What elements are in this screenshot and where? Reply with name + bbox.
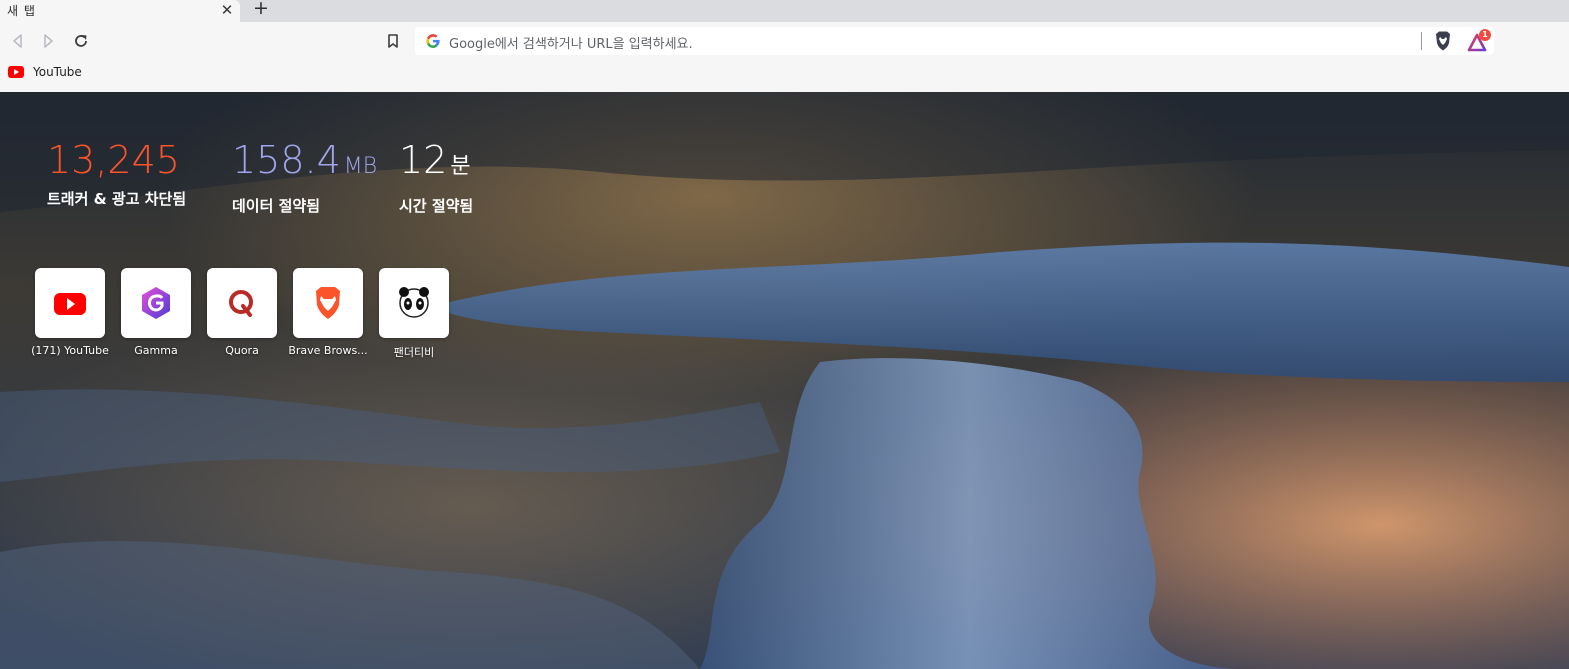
address-bar-divider — [1421, 32, 1422, 50]
data-saved-label: 데이터 절약됨 — [232, 197, 321, 215]
stat-data-saved: 158.4 MB 데이터 절약됨 — [232, 138, 377, 216]
top-site-youtube[interactable]: (171) YouTube — [25, 268, 115, 357]
tab-strip: 새 탭 ✕ + — [0, 0, 1569, 22]
top-site-label: (171) YouTube — [31, 344, 109, 357]
bookmark-icon[interactable] — [384, 32, 402, 50]
address-bar[interactable]: Google에서 검색하거나 URL을 입력하세요. 1 — [415, 27, 1494, 55]
new-tab-page: 13,245 트래커 & 광고 차단됨 158.4 MB 데이터 절약됨 12 분 … — [0, 92, 1569, 669]
rewards-badge: 1 — [1479, 29, 1491, 41]
reload-icon[interactable] — [71, 31, 91, 51]
bookmark-label: YouTube — [33, 65, 82, 79]
stat-time-saved: 12 분 시간 절약됨 — [399, 138, 473, 216]
top-site-label: Brave Brows... — [288, 344, 368, 357]
time-saved-label: 시간 절약됨 — [399, 197, 474, 215]
time-saved-unit: 분 — [450, 154, 471, 179]
browser-window: 새 탭 ✕ + Google에서 검색하거나 URL을 입력하세요. 1 You… — [0, 0, 1569, 669]
panda-icon — [399, 287, 429, 318]
data-saved-value: 158.4 — [232, 138, 341, 182]
top-site-label: 팬더티비 — [393, 346, 435, 359]
top-site-label: Gamma — [134, 344, 178, 357]
youtube-icon — [8, 66, 24, 78]
brave-rewards-icon[interactable]: 1 — [1467, 29, 1491, 53]
forward-icon[interactable] — [38, 31, 58, 51]
data-saved-unit: MB — [343, 154, 378, 179]
top-site-label: Quora — [225, 344, 259, 357]
top-site-gamma[interactable]: Gamma — [111, 268, 201, 357]
stat-trackers-blocked: 13,245 트래커 & 광고 차단됨 — [47, 138, 186, 209]
toolbar: Google에서 검색하거나 URL을 입력하세요. 1 — [0, 22, 1569, 60]
tab-new-tab[interactable]: 새 탭 ✕ — [0, 0, 240, 22]
top-site-pandatv[interactable]: 팬더티비 — [369, 268, 459, 360]
youtube-icon — [54, 293, 86, 315]
address-bar-placeholder: Google에서 검색하거나 URL을 입력하세요. — [449, 37, 693, 52]
quora-icon — [229, 290, 253, 317]
brave-lion-icon — [316, 287, 340, 319]
gamma-icon — [142, 287, 170, 319]
brave-shields-icon[interactable] — [1433, 30, 1453, 52]
google-icon — [425, 33, 441, 49]
new-tab-button[interactable]: + — [251, 0, 271, 20]
bookmarks-bar: YouTube — [0, 60, 1569, 92]
time-saved-value: 12 — [399, 138, 448, 182]
back-icon[interactable] — [8, 31, 28, 51]
close-tab-icon[interactable]: ✕ — [219, 1, 235, 19]
top-site-quora[interactable]: Quora — [197, 268, 287, 357]
top-site-brave[interactable]: Brave Brows... — [283, 268, 373, 357]
trackers-label: 트래커 & 광고 차단됨 — [47, 190, 187, 208]
trackers-count: 13,245 — [47, 138, 180, 182]
tab-title: 새 탭 — [7, 4, 36, 18]
